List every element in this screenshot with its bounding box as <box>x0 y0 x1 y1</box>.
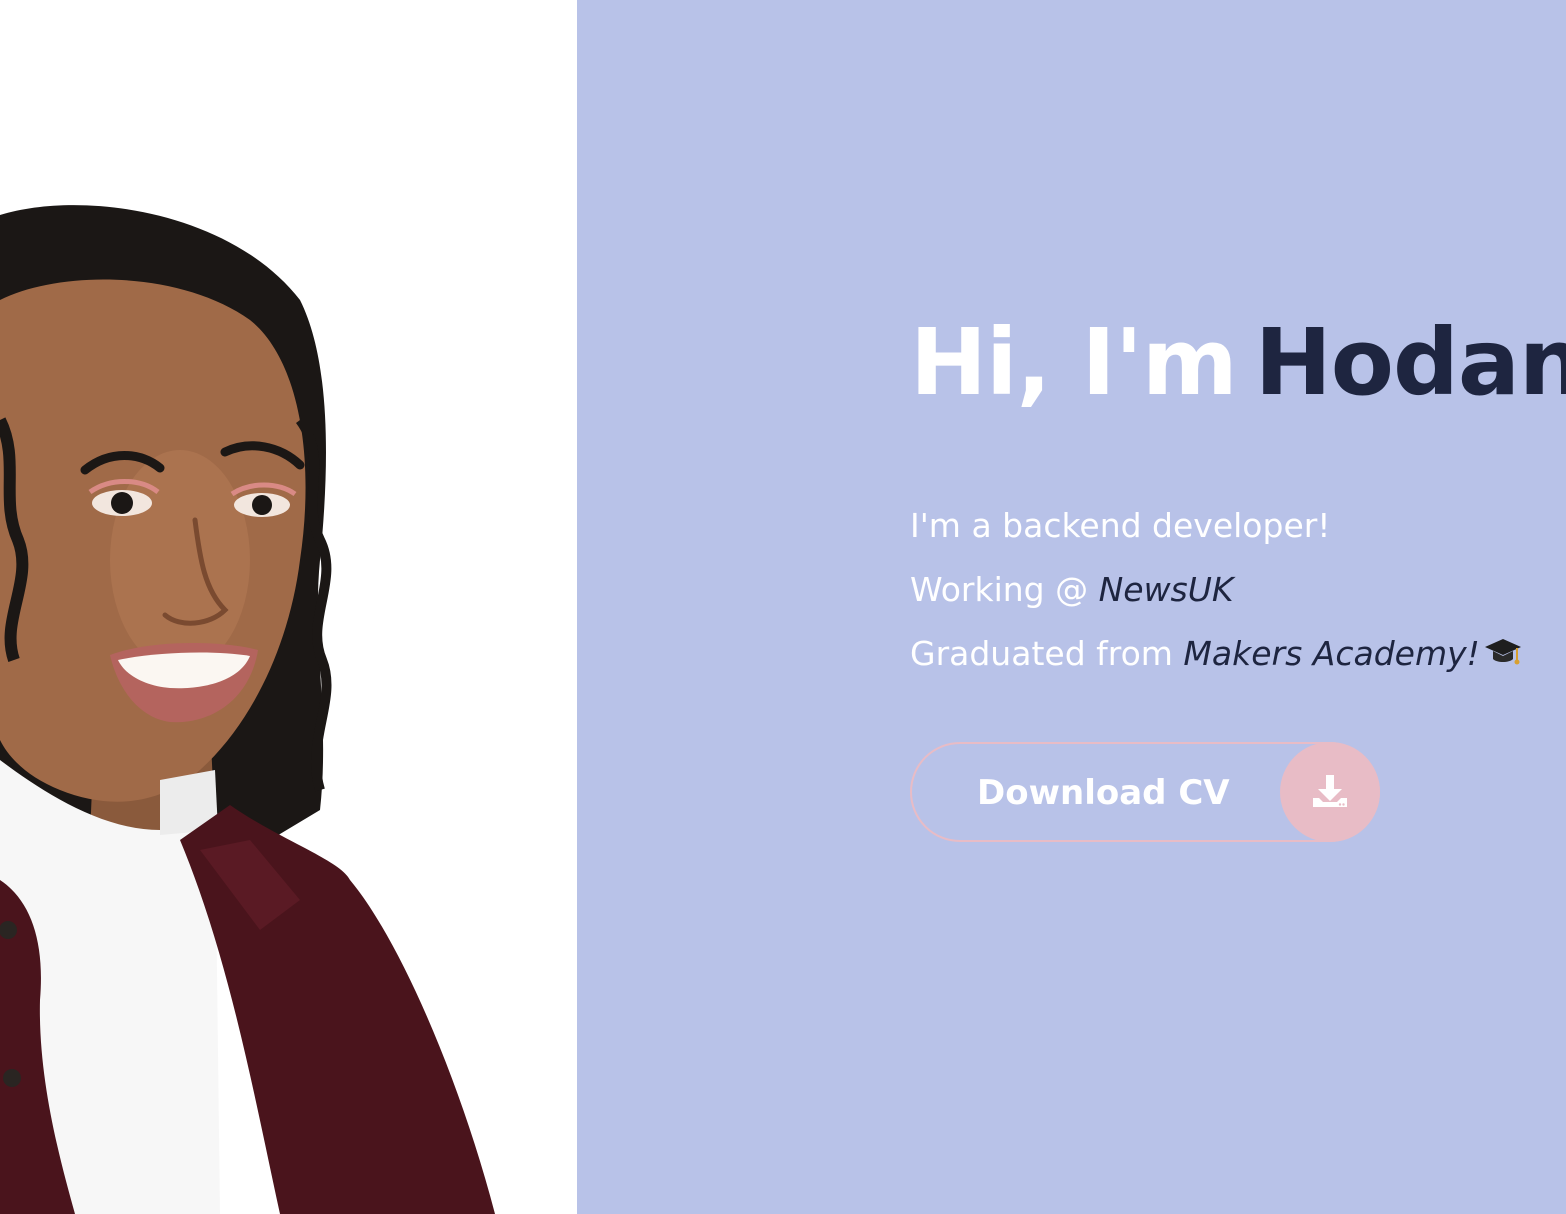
education-prefix-text: Graduated from <box>910 634 1184 673</box>
download-cv-button[interactable]: Download CV <box>910 742 1380 842</box>
work-prefix-text: Working @ <box>910 570 1099 609</box>
role-text: I'm a backend developer! <box>910 506 1331 545</box>
headline: Hi, I'm Hodan <box>910 300 1566 426</box>
name-text: Hodan <box>1254 309 1566 416</box>
employer-text: NewsUK <box>1098 570 1234 609</box>
intro-line-work: Working @ NewsUK <box>910 558 1566 622</box>
greeting-text: Hi, I'm <box>910 309 1238 416</box>
portrait-photo <box>0 0 577 1214</box>
intro-line-education: Graduated from Makers Academy! <box>910 622 1566 692</box>
download-icon[interactable] <box>1280 742 1380 842</box>
school-text: Makers Academy! <box>1183 634 1480 673</box>
graduation-cap-icon <box>1484 628 1522 692</box>
hero-panel: Hi, I'm Hodan I'm a backend developer! Wo… <box>577 0 1566 1214</box>
hero-content: Hi, I'm Hodan I'm a backend developer! Wo… <box>910 300 1566 842</box>
hero-page: Hi, I'm Hodan I'm a backend developer! Wo… <box>0 0 1566 1214</box>
download-cv-label: Download CV <box>977 773 1230 813</box>
intro-lines: I'm a backend developer! Working @ NewsU… <box>910 494 1566 692</box>
portrait-illustration <box>0 0 577 1214</box>
intro-line-role: I'm a backend developer! <box>910 494 1566 558</box>
